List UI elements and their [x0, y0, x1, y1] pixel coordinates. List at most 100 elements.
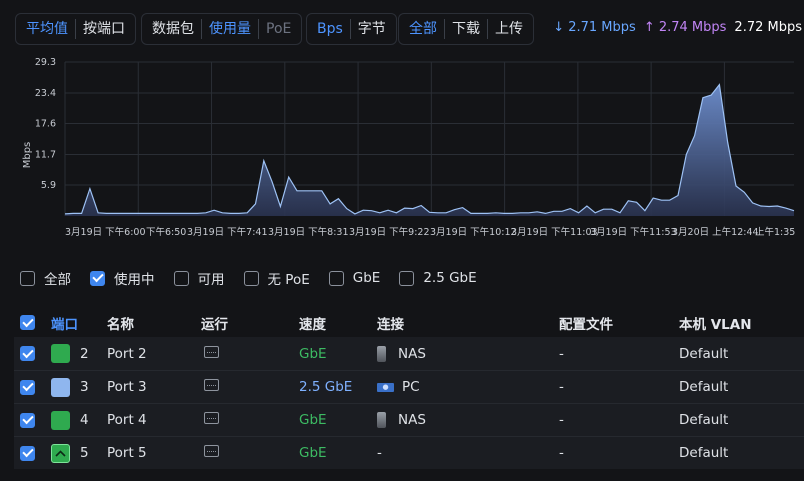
mode-per-port-option[interactable]: 按端口	[75, 19, 132, 39]
x-tick-label: 3月19日 下午11:53	[590, 226, 677, 238]
port-speed: 2.5 GbE	[299, 379, 353, 395]
native-vlan: Default	[679, 412, 729, 428]
uplink-chevron-icon	[55, 449, 66, 457]
column-name[interactable]: 名称	[107, 313, 201, 333]
connected-device[interactable]: PC	[402, 379, 420, 395]
column-vlan[interactable]: 本机 VLAN	[679, 313, 799, 333]
unit-toggle-group: Bps 字节	[306, 13, 397, 45]
x-tick-label: 3月20日 上午12:44	[672, 226, 759, 238]
filter-checkbox[interactable]	[20, 270, 35, 286]
metric-toggle-group: 数据包 使用量 PoE	[141, 13, 303, 45]
port-speed: GbE	[299, 345, 327, 362]
port-profile: -	[559, 445, 564, 461]
metric-usage-option[interactable]: 使用量	[201, 19, 258, 39]
table-row[interactable]: 5 Port 5 GbE - - Default	[14, 436, 804, 469]
upload-rate: ↑ 2.74 Mbps	[643, 20, 727, 35]
filter-checkbox[interactable]	[399, 270, 415, 286]
port-number: 4	[80, 412, 89, 428]
filter-option[interactable]: GbE	[328, 270, 381, 286]
filter-option[interactable]: 2.5 GbE	[399, 270, 477, 286]
y-tick-label: 5.9	[41, 180, 56, 191]
filter-checkbox[interactable]	[243, 270, 259, 286]
throughput-area-chart[interactable]: 5.9 11.7 17.6 23.4 29.3 Mbps 3月19日 下午6:00 下午6…	[0, 55, 804, 240]
port-status-icon	[51, 377, 70, 397]
table-row[interactable]: 3 Port 3 2.5 GbE ● PC - Default	[14, 370, 804, 403]
column-link[interactable]: 连接	[377, 313, 559, 333]
filter-label: 2.5 GbE	[423, 270, 477, 286]
row-checkbox[interactable]	[20, 346, 35, 361]
filter-option[interactable]: 使用中	[90, 268, 155, 288]
row-checkbox[interactable]	[20, 379, 35, 395]
port-name[interactable]: Port 5	[107, 445, 201, 461]
filter-checkbox[interactable]	[90, 270, 105, 286]
filter-option[interactable]: 无 PoE	[243, 268, 310, 288]
port-runtime-icon	[204, 345, 219, 358]
total-rate: 2.72 Mbps	[734, 20, 802, 35]
nas-icon	[377, 345, 386, 362]
ports-table: 端口 名称 运行 速度 连接 配置文件 本机 VLAN 2 Port 2 GbE NA…	[14, 308, 804, 469]
nas-icon	[377, 412, 386, 428]
filter-label: 使用中	[114, 272, 155, 288]
mode-average-option[interactable]: 平均值	[19, 19, 75, 39]
port-speed: GbE	[299, 412, 327, 428]
port-number: 2	[80, 345, 89, 362]
direction-toggle-group: 全部 下载 上传	[398, 13, 534, 45]
y-tick-label: 23.4	[35, 88, 56, 99]
x-tick-label: 3月19日 下午7:41	[187, 226, 268, 238]
table-row[interactable]: 4 Port 4 GbE NAS - Default	[14, 403, 804, 436]
x-tick-label: 3月19日 下午10:12	[430, 226, 517, 238]
connected-device[interactable]: NAS	[398, 346, 426, 362]
port-profile: -	[559, 412, 564, 428]
y-tick-label: 11.7	[35, 150, 56, 161]
row-checkbox[interactable]	[20, 412, 35, 428]
y-axis-ticks: 5.9 11.7 17.6 23.4 29.3	[35, 57, 56, 191]
unit-bytes-option[interactable]: 字节	[349, 19, 393, 39]
direction-download-option[interactable]: 下载	[444, 19, 487, 39]
unit-bps-option[interactable]: Bps	[310, 19, 350, 39]
table-row[interactable]: 2 Port 2 GbE NAS - Default	[14, 337, 804, 370]
throughput-stats: ↓ 2.71 Mbps ↑ 2.74 Mbps 2.72 Mbps	[553, 20, 802, 35]
filter-label: 全部	[44, 272, 71, 288]
x-tick-label: 3月19日 下午9:22	[349, 226, 430, 238]
filter-checkbox[interactable]	[173, 270, 189, 286]
port-runtime-icon	[204, 379, 219, 391]
filter-label: 可用	[197, 272, 225, 288]
port-runtime-icon	[204, 412, 219, 424]
filter-option[interactable]: 可用	[173, 268, 225, 288]
port-profile: -	[559, 379, 564, 395]
port-runtime-icon	[204, 445, 219, 457]
direction-upload-option[interactable]: 上传	[487, 19, 530, 39]
direction-all-option[interactable]: 全部	[402, 19, 444, 39]
x-tick-label: 3月19日 下午11:03	[511, 226, 598, 238]
port-status-icon	[51, 443, 70, 463]
x-tick-label: 上午1:35	[755, 226, 795, 238]
row-checkbox[interactable]	[20, 445, 35, 461]
column-port[interactable]: 端口	[51, 313, 107, 333]
port-name[interactable]: Port 4	[107, 412, 201, 428]
y-tick-label: 17.6	[35, 118, 56, 129]
y-axis-label: Mbps	[22, 142, 33, 169]
column-speed[interactable]: 速度	[299, 313, 377, 333]
table-body: 2 Port 2 GbE NAS - Default 3 Port 3 2.5 GbE ● PC - D…	[14, 337, 804, 469]
port-number: 3	[80, 379, 89, 395]
filter-option[interactable]: 全部	[20, 268, 71, 288]
column-profile[interactable]: 配置文件	[559, 313, 679, 333]
port-name[interactable]: Port 2	[107, 346, 201, 362]
connected-device[interactable]: -	[377, 445, 382, 461]
download-rate: ↓ 2.71 Mbps	[553, 20, 636, 35]
select-all-checkbox[interactable]	[20, 315, 35, 330]
port-profile: -	[559, 345, 564, 362]
x-tick-label: 3月19日 下午8:31	[268, 226, 349, 238]
x-axis-ticks: 3月19日 下午6:00 下午6:50 3月19日 下午7:41 3月19日 下午8:…	[65, 226, 795, 238]
connected-device[interactable]: NAS	[398, 412, 426, 428]
port-status-icon	[51, 410, 70, 430]
metric-poe-option[interactable]: PoE	[258, 19, 298, 39]
filter-label: GbE	[352, 270, 381, 286]
metric-packets-option[interactable]: 数据包	[145, 19, 201, 39]
native-vlan: Default	[679, 379, 729, 395]
filter-checkbox[interactable]	[328, 270, 344, 286]
column-run[interactable]: 运行	[201, 313, 299, 333]
port-name[interactable]: Port 3	[107, 379, 201, 395]
throughput-area	[65, 84, 794, 216]
native-vlan: Default	[679, 445, 729, 461]
